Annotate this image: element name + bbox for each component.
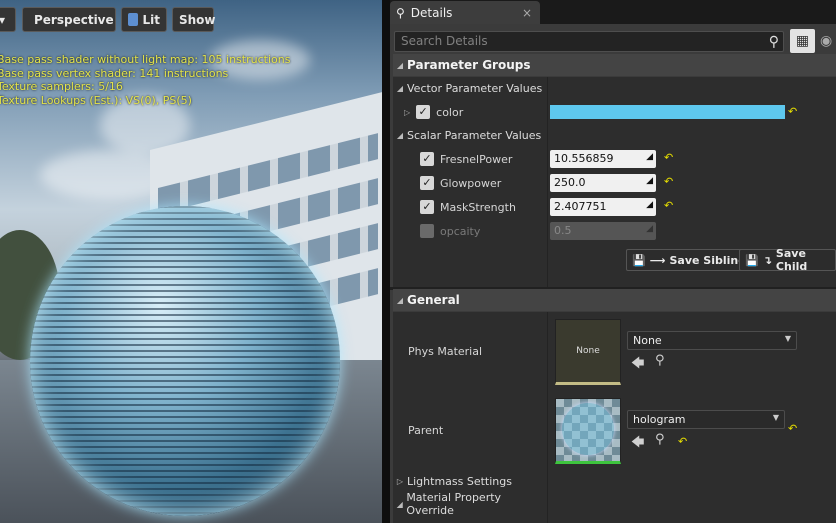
expanded-arrow-icon: ◢ (396, 83, 404, 93)
drag-handle-icon: ◢ (646, 176, 653, 186)
phys-material-combo[interactable]: None ▼ (627, 331, 797, 350)
lit-cube-icon (128, 13, 138, 26)
material-property-override-group[interactable]: ◢ Material Property Override (393, 491, 545, 517)
use-selected-arrow-icon[interactable]: 🡄 (631, 433, 644, 455)
grid-icon: ▦ (795, 33, 810, 49)
magnifier-icon: ⚲ (396, 5, 405, 20)
save-disk-icon: 💾 (632, 253, 646, 267)
param-row-glowpower: ✓ Glowpower (420, 172, 501, 194)
parent-thumbnail[interactable] (555, 398, 621, 464)
phys-material-thumbnail[interactable]: None (555, 319, 621, 385)
reset-to-default-icon[interactable]: ↶ (678, 435, 687, 448)
search-details-input[interactable]: Search Details ⚲ (394, 31, 784, 52)
glowpower-value-field[interactable]: 250.0 ◢ (550, 174, 656, 192)
collapsed-arrow-icon[interactable]: ▷ (404, 108, 410, 117)
reset-to-default-icon[interactable]: ↶ (664, 151, 673, 164)
tab-title: Details (410, 5, 453, 20)
param-name: MaskStrength (440, 200, 516, 214)
expanded-arrow-icon: ◢ (396, 499, 403, 509)
close-tab-button[interactable]: × (522, 6, 532, 20)
arrow-down-icon: ↴ (762, 253, 772, 267)
save-disk-icon: 💾 (745, 253, 759, 267)
param-row-opcaity: opcaity (420, 220, 480, 242)
browse-magnifier-icon[interactable]: ⚲ (655, 432, 665, 447)
param-enabled-checkbox[interactable] (420, 224, 434, 238)
param-enabled-checkbox[interactable]: ✓ (420, 152, 434, 166)
use-selected-arrow-icon[interactable]: 🡄 (631, 354, 644, 376)
search-placeholder: Search Details (401, 34, 488, 48)
chevron-down-icon: ▼ (772, 413, 779, 422)
details-tab[interactable]: ⚲ Details × (390, 1, 540, 24)
param-enabled-checkbox[interactable]: ✓ (420, 200, 434, 214)
color-swatch[interactable] (550, 105, 785, 119)
fresnelpower-value-field[interactable]: 10.556859 ◢ (550, 150, 656, 168)
stat-line: Texture samplers: 5/16 (0, 80, 123, 93)
drag-handle-icon: ◢ (646, 152, 653, 162)
vector-parameter-group[interactable]: ◢ Vector Parameter Values (393, 77, 545, 99)
scalar-parameter-group[interactable]: ◢ Scalar Parameter Values (393, 124, 545, 146)
save-sibling-button[interactable]: 💾 ⟶ Save Sibling (626, 249, 753, 271)
parent-preview-sphere (562, 403, 614, 455)
reset-to-default-icon[interactable]: ↶ (788, 105, 797, 118)
lightmass-settings-group[interactable]: ▷ Lightmass Settings (393, 470, 545, 492)
parent-combo[interactable]: hologram ▼ (627, 410, 785, 429)
param-name: opcaity (440, 224, 481, 238)
maskstrength-value-field[interactable]: 2.407751 ◢ (550, 198, 656, 216)
param-name: FresnelPower (440, 152, 513, 166)
shader-stats: Base pass shader without light map: 105 … (0, 53, 290, 107)
chevron-down-icon: ▾ (0, 12, 6, 27)
expanded-arrow-icon: ◢ (396, 60, 404, 70)
perspective-button[interactable]: Perspective (22, 7, 116, 32)
preview-sphere (30, 206, 340, 516)
param-row-fresnelpower: ✓ FresnelPower (420, 148, 512, 170)
parent-label: Parent (408, 423, 444, 437)
reset-to-default-icon[interactable]: ↶ (788, 422, 797, 435)
param-row-color: ▷ ✓ color (404, 101, 463, 123)
category-general[interactable]: ◢ General (393, 289, 836, 311)
drag-handle-icon: ◢ (646, 200, 653, 210)
collapsed-arrow-icon: ▷ (396, 476, 404, 486)
chevron-down-icon: ▼ (784, 334, 791, 343)
panel-splitter[interactable] (382, 0, 390, 523)
opcaity-value-field: 0.5 ◢ (550, 222, 656, 240)
column-divider (547, 77, 548, 287)
stat-line: Base pass vertex shader: 141 instruction… (0, 66, 229, 80)
arrow-right-icon: ⟶ (649, 253, 666, 267)
lit-button[interactable]: Lit (121, 7, 167, 32)
param-row-maskstrength: ✓ MaskStrength (420, 196, 516, 218)
param-name: color (436, 105, 464, 119)
phys-material-label: Phys Material (408, 344, 483, 358)
stat-line: Base pass shader without light map: 105 … (0, 53, 291, 66)
details-panel: ⚲ Details × Search Details ⚲ ▦ ◉ ◢ Param… (390, 0, 836, 523)
expanded-arrow-icon: ◢ (396, 295, 404, 305)
visibility-eye-icon[interactable]: ◉ (820, 33, 832, 49)
browse-magnifier-icon[interactable]: ⚲ (655, 353, 665, 368)
category-parameter-groups[interactable]: ◢ Parameter Groups (393, 54, 836, 76)
drag-handle-icon: ◢ (646, 224, 653, 234)
column-divider (547, 312, 548, 523)
viewport-options-button[interactable]: ▾ (0, 7, 16, 32)
reset-to-default-icon[interactable]: ↶ (664, 175, 673, 188)
param-enabled-checkbox[interactable]: ✓ (420, 176, 434, 190)
expanded-arrow-icon: ◢ (396, 130, 404, 140)
search-icon[interactable]: ⚲ (769, 34, 779, 50)
material-preview-viewport[interactable]: ▾ Perspective Lit Show Base pass shader … (0, 0, 382, 523)
details-body: Search Details ⚲ ▦ ◉ ◢ Parameter Groups … (390, 24, 836, 523)
color-enabled-checkbox[interactable]: ✓ (416, 105, 431, 119)
show-button[interactable]: Show (172, 7, 216, 32)
property-matrix-button[interactable]: ▦ (790, 29, 815, 53)
stat-line: Texture Lookups (Est.): VS(0), PS(5) (0, 93, 192, 107)
save-child-button[interactable]: 💾 ↴ Save Child (739, 247, 836, 273)
reset-to-default-icon[interactable]: ↶ (664, 199, 673, 212)
param-name: Glowpower (440, 176, 502, 190)
